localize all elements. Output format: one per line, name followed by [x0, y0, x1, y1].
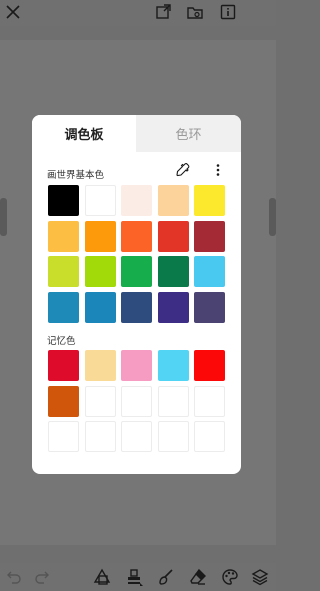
- basic-color-swatch[interactable]: [48, 256, 79, 287]
- basic-color-swatch[interactable]: [157, 220, 189, 252]
- memory-color-swatch[interactable]: [157, 350, 189, 381]
- memory-color-empty-slot[interactable]: [84, 421, 116, 452]
- undo-icon[interactable]: [4, 567, 24, 587]
- memory-color-swatch[interactable]: [84, 350, 116, 381]
- right-panel-handle[interactable]: [269, 198, 276, 236]
- basic-color-swatch[interactable]: [48, 185, 79, 216]
- brush-tool-icon[interactable]: [156, 567, 176, 587]
- tab-palette[interactable]: 调色板: [32, 115, 136, 152]
- basic-color-swatch[interactable]: [84, 256, 116, 287]
- layers-icon[interactable]: [250, 567, 270, 587]
- left-panel-handle[interactable]: [0, 198, 7, 236]
- basic-color-swatch[interactable]: [157, 185, 189, 216]
- memory-color-swatch[interactable]: [194, 350, 225, 381]
- basic-color-swatch[interactable]: [121, 220, 152, 252]
- stamp-tool-icon[interactable]: [124, 567, 144, 587]
- basic-color-swatch[interactable]: [84, 291, 116, 323]
- basic-color-swatch[interactable]: [84, 220, 116, 252]
- basic-color-swatch[interactable]: [48, 220, 79, 252]
- basic-color-swatch[interactable]: [121, 185, 152, 216]
- redo-icon[interactable]: [32, 567, 52, 587]
- eraser-tool-icon[interactable]: [188, 567, 208, 587]
- memory-color-swatch[interactable]: [48, 350, 79, 381]
- shape-tool-icon[interactable]: [92, 567, 112, 587]
- memory-color-empty-slot[interactable]: [121, 385, 152, 417]
- basic-color-swatch[interactable]: [48, 291, 79, 323]
- basic-color-swatch[interactable]: [121, 291, 152, 323]
- basic-color-swatch[interactable]: [194, 220, 225, 252]
- basic-colors-label: 画世界基本色: [47, 170, 105, 181]
- palette-tool-icon[interactable]: [220, 567, 240, 587]
- basic-color-swatch[interactable]: [194, 291, 225, 323]
- basic-color-swatch[interactable]: [194, 256, 225, 287]
- memory-color-empty-slot[interactable]: [157, 421, 189, 452]
- color-picker-dialog: 调色板 色环 画世界基本色 记忆色: [32, 115, 241, 474]
- more-vert-icon[interactable]: [210, 162, 226, 178]
- memory-color-empty-slot[interactable]: [157, 385, 189, 417]
- memory-color-empty-slot[interactable]: [194, 421, 225, 452]
- basic-color-swatch[interactable]: [157, 256, 189, 287]
- memory-color-swatch[interactable]: [48, 385, 79, 417]
- tab-color-wheel[interactable]: 色环: [136, 115, 241, 152]
- basic-color-swatch[interactable]: [84, 185, 116, 216]
- memory-color-swatch[interactable]: [121, 350, 152, 381]
- eyedropper-icon[interactable]: [175, 162, 191, 178]
- color-tabs: 调色板 色环: [32, 115, 241, 152]
- layer-import-icon[interactable]: [153, 2, 173, 22]
- memory-color-empty-slot[interactable]: [194, 385, 225, 417]
- top-toolbar: [0, 0, 276, 26]
- memory-color-empty-slot[interactable]: [84, 385, 116, 417]
- memory-colors-label: 记忆色: [47, 336, 76, 347]
- memory-color-empty-slot[interactable]: [121, 421, 152, 452]
- bottom-toolbar: [0, 563, 276, 591]
- folder-icon[interactable]: [185, 2, 205, 22]
- basic-color-swatch[interactable]: [157, 291, 189, 323]
- basic-color-swatch[interactable]: [121, 256, 152, 287]
- close-icon[interactable]: [3, 2, 23, 22]
- basic-color-swatch[interactable]: [194, 185, 225, 216]
- memory-color-empty-slot[interactable]: [48, 421, 79, 452]
- info-icon[interactable]: [218, 2, 238, 22]
